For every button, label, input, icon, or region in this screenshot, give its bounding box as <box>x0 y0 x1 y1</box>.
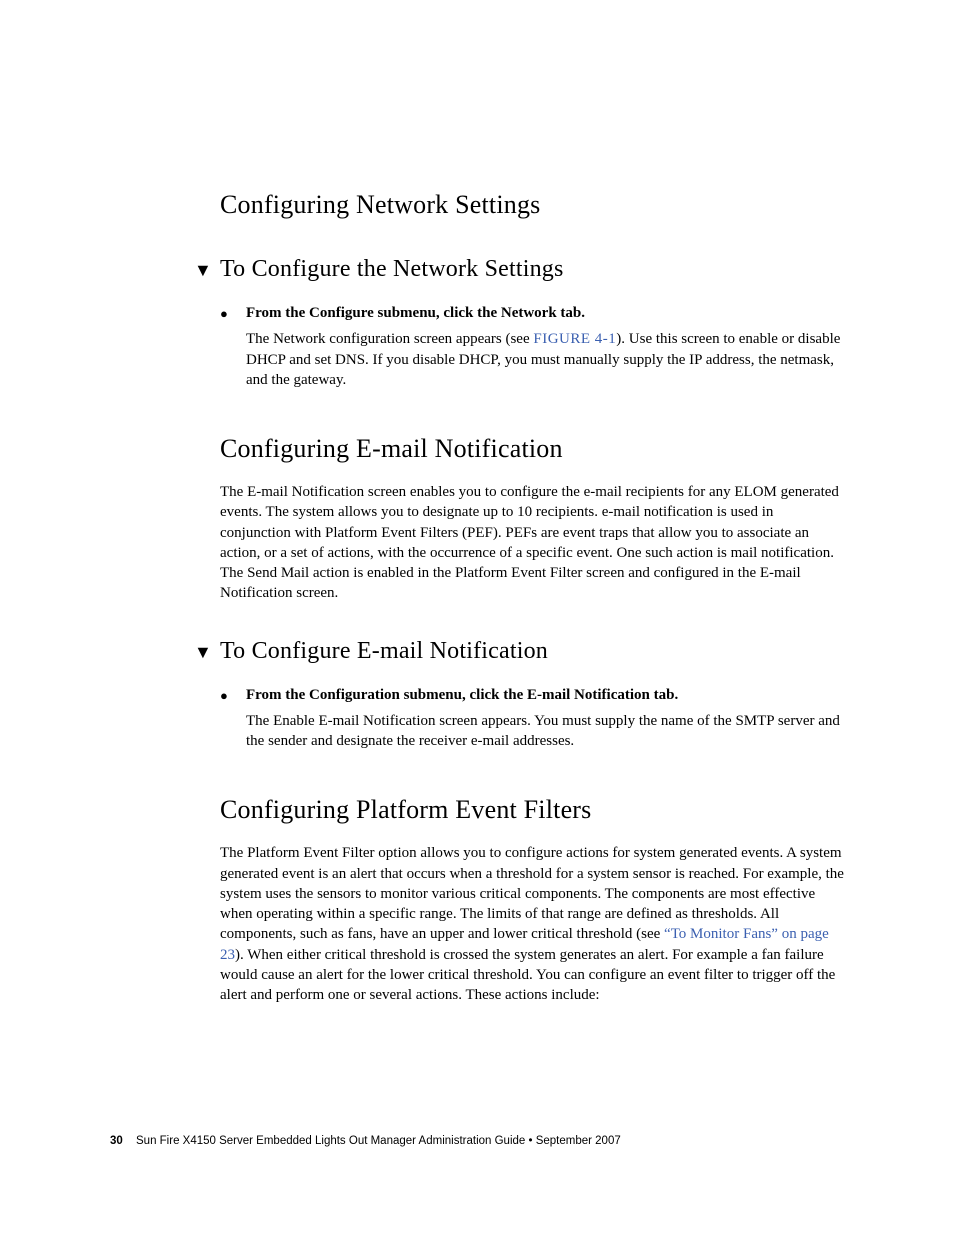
step-item: ● From the Configuration submenu, click … <box>220 685 844 752</box>
heading-configuring-email-notification: Configuring E-mail Notification <box>220 434 844 464</box>
body-text: The Network configuration screen appears… <box>246 331 533 347</box>
triangle-down-icon: ▼ <box>194 260 212 281</box>
procedure-configure-network-settings: ▼ To Configure the Network Settings <box>194 256 844 283</box>
step-body: The Network configuration screen appears… <box>246 329 844 390</box>
paragraph: The Platform Event Filter option allows … <box>220 843 844 1005</box>
page-number: 30 <box>110 1135 123 1147</box>
content-column: Configuring Network Settings ▼ To Config… <box>220 190 844 1005</box>
paragraph: The E-mail Notification screen enables y… <box>220 482 844 604</box>
step-text: From the Configure submenu, click the Ne… <box>246 303 844 323</box>
heading-configuring-platform-event-filters: Configuring Platform Event Filters <box>220 795 844 825</box>
procedure-heading: To Configure the Network Settings <box>220 256 844 283</box>
step-body: The Enable E-mail Notification screen ap… <box>246 711 844 752</box>
page-footer: 30 Sun Fire X4150 Server Embedded Lights… <box>110 1135 621 1147</box>
bullet-icon: ● <box>220 688 228 704</box>
bullet-icon: ● <box>220 306 228 322</box>
triangle-down-icon: ▼ <box>194 642 212 663</box>
page: Configuring Network Settings ▼ To Config… <box>0 0 954 1005</box>
paragraph-text: ). When either critical threshold is cro… <box>220 947 835 1004</box>
figure-reference-link[interactable]: FIGURE 4-1 <box>533 331 616 347</box>
footer-title: Sun Fire X4150 Server Embedded Lights Ou… <box>136 1135 621 1147</box>
procedure-heading: To Configure E-mail Notification <box>220 638 844 665</box>
step-text: From the Configuration submenu, click th… <box>246 685 844 705</box>
procedure-configure-email-notification: ▼ To Configure E-mail Notification <box>194 638 844 665</box>
step-item: ● From the Configure submenu, click the … <box>220 303 844 390</box>
heading-configuring-network-settings: Configuring Network Settings <box>220 190 844 220</box>
